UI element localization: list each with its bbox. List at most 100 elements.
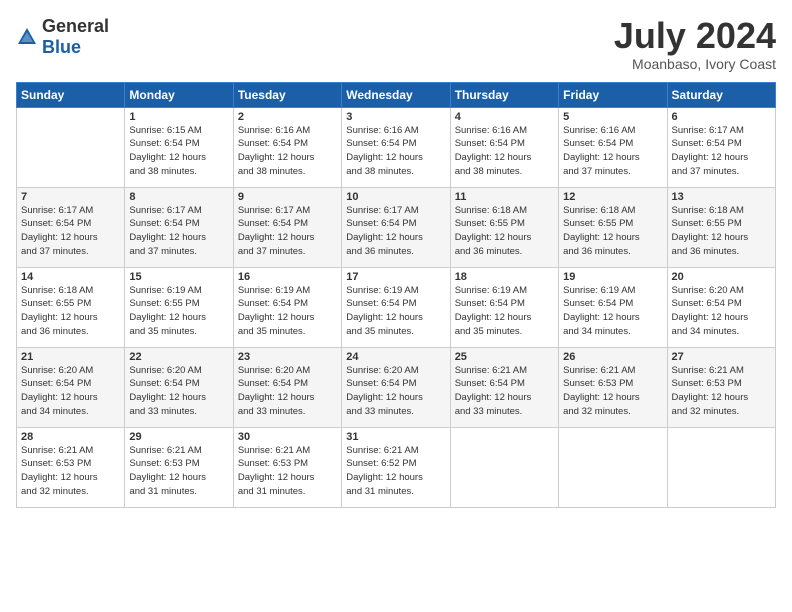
calendar-cell: 11Sunrise: 6:18 AMSunset: 6:55 PMDayligh… [450, 187, 558, 267]
calendar-cell: 5Sunrise: 6:16 AMSunset: 6:54 PMDaylight… [559, 107, 667, 187]
cell-info: Sunrise: 6:19 AMSunset: 6:54 PMDaylight:… [563, 284, 662, 339]
calendar-cell: 8Sunrise: 6:17 AMSunset: 6:54 PMDaylight… [125, 187, 233, 267]
calendar-cell [667, 427, 775, 507]
calendar-cell: 23Sunrise: 6:20 AMSunset: 6:54 PMDayligh… [233, 347, 341, 427]
day-number: 10 [346, 191, 445, 203]
cell-info: Sunrise: 6:21 AMSunset: 6:53 PMDaylight:… [238, 444, 337, 499]
day-number: 15 [129, 271, 228, 283]
title-section: July 2024 Moanbaso, Ivory Coast [614, 16, 776, 72]
cell-info: Sunrise: 6:17 AMSunset: 6:54 PMDaylight:… [129, 204, 228, 259]
weekday-header-saturday: Saturday [667, 82, 775, 107]
calendar-cell: 18Sunrise: 6:19 AMSunset: 6:54 PMDayligh… [450, 267, 558, 347]
calendar-cell: 22Sunrise: 6:20 AMSunset: 6:54 PMDayligh… [125, 347, 233, 427]
cell-info: Sunrise: 6:16 AMSunset: 6:54 PMDaylight:… [455, 124, 554, 179]
calendar-cell: 28Sunrise: 6:21 AMSunset: 6:53 PMDayligh… [17, 427, 125, 507]
calendar-table: SundayMondayTuesdayWednesdayThursdayFrid… [16, 82, 776, 508]
calendar-cell: 13Sunrise: 6:18 AMSunset: 6:55 PMDayligh… [667, 187, 775, 267]
logo-general: General [42, 16, 109, 36]
weekday-header-thursday: Thursday [450, 82, 558, 107]
calendar-cell: 30Sunrise: 6:21 AMSunset: 6:53 PMDayligh… [233, 427, 341, 507]
cell-info: Sunrise: 6:19 AMSunset: 6:54 PMDaylight:… [346, 284, 445, 339]
calendar-cell: 19Sunrise: 6:19 AMSunset: 6:54 PMDayligh… [559, 267, 667, 347]
weekday-header-monday: Monday [125, 82, 233, 107]
calendar-cell: 21Sunrise: 6:20 AMSunset: 6:54 PMDayligh… [17, 347, 125, 427]
weekday-header-tuesday: Tuesday [233, 82, 341, 107]
cell-info: Sunrise: 6:21 AMSunset: 6:54 PMDaylight:… [455, 364, 554, 419]
cell-info: Sunrise: 6:16 AMSunset: 6:54 PMDaylight:… [238, 124, 337, 179]
day-number: 16 [238, 271, 337, 283]
cell-info: Sunrise: 6:21 AMSunset: 6:53 PMDaylight:… [129, 444, 228, 499]
calendar-page: General Blue July 2024 Moanbaso, Ivory C… [0, 0, 792, 612]
day-number: 7 [21, 191, 120, 203]
cell-info: Sunrise: 6:18 AMSunset: 6:55 PMDaylight:… [455, 204, 554, 259]
day-number: 25 [455, 351, 554, 363]
cell-info: Sunrise: 6:18 AMSunset: 6:55 PMDaylight:… [672, 204, 771, 259]
cell-info: Sunrise: 6:16 AMSunset: 6:54 PMDaylight:… [563, 124, 662, 179]
day-number: 20 [672, 271, 771, 283]
cell-info: Sunrise: 6:17 AMSunset: 6:54 PMDaylight:… [21, 204, 120, 259]
cell-info: Sunrise: 6:20 AMSunset: 6:54 PMDaylight:… [129, 364, 228, 419]
logo: General Blue [16, 16, 109, 58]
calendar-cell: 6Sunrise: 6:17 AMSunset: 6:54 PMDaylight… [667, 107, 775, 187]
calendar-cell: 25Sunrise: 6:21 AMSunset: 6:54 PMDayligh… [450, 347, 558, 427]
cell-info: Sunrise: 6:18 AMSunset: 6:55 PMDaylight:… [21, 284, 120, 339]
calendar-cell: 31Sunrise: 6:21 AMSunset: 6:52 PMDayligh… [342, 427, 450, 507]
calendar-cell: 27Sunrise: 6:21 AMSunset: 6:53 PMDayligh… [667, 347, 775, 427]
day-number: 18 [455, 271, 554, 283]
day-number: 13 [672, 191, 771, 203]
calendar-cell: 16Sunrise: 6:19 AMSunset: 6:54 PMDayligh… [233, 267, 341, 347]
header: General Blue July 2024 Moanbaso, Ivory C… [16, 16, 776, 72]
month-title: July 2024 [614, 16, 776, 56]
cell-info: Sunrise: 6:20 AMSunset: 6:54 PMDaylight:… [21, 364, 120, 419]
logo-blue: Blue [42, 37, 81, 57]
calendar-cell: 10Sunrise: 6:17 AMSunset: 6:54 PMDayligh… [342, 187, 450, 267]
calendar-cell: 14Sunrise: 6:18 AMSunset: 6:55 PMDayligh… [17, 267, 125, 347]
day-number: 19 [563, 271, 662, 283]
day-number: 2 [238, 111, 337, 123]
cell-info: Sunrise: 6:21 AMSunset: 6:53 PMDaylight:… [563, 364, 662, 419]
weekday-header-friday: Friday [559, 82, 667, 107]
weekday-header-sunday: Sunday [17, 82, 125, 107]
day-number: 8 [129, 191, 228, 203]
cell-info: Sunrise: 6:17 AMSunset: 6:54 PMDaylight:… [346, 204, 445, 259]
day-number: 1 [129, 111, 228, 123]
day-number: 4 [455, 111, 554, 123]
cell-info: Sunrise: 6:17 AMSunset: 6:54 PMDaylight:… [238, 204, 337, 259]
day-number: 31 [346, 431, 445, 443]
day-number: 27 [672, 351, 771, 363]
day-number: 12 [563, 191, 662, 203]
day-number: 29 [129, 431, 228, 443]
cell-info: Sunrise: 6:17 AMSunset: 6:54 PMDaylight:… [672, 124, 771, 179]
day-number: 14 [21, 271, 120, 283]
cell-info: Sunrise: 6:15 AMSunset: 6:54 PMDaylight:… [129, 124, 228, 179]
day-number: 23 [238, 351, 337, 363]
calendar-cell: 4Sunrise: 6:16 AMSunset: 6:54 PMDaylight… [450, 107, 558, 187]
day-number: 9 [238, 191, 337, 203]
calendar-cell: 17Sunrise: 6:19 AMSunset: 6:54 PMDayligh… [342, 267, 450, 347]
day-number: 28 [21, 431, 120, 443]
day-number: 17 [346, 271, 445, 283]
cell-info: Sunrise: 6:21 AMSunset: 6:52 PMDaylight:… [346, 444, 445, 499]
day-number: 6 [672, 111, 771, 123]
calendar-cell: 24Sunrise: 6:20 AMSunset: 6:54 PMDayligh… [342, 347, 450, 427]
day-number: 24 [346, 351, 445, 363]
cell-info: Sunrise: 6:18 AMSunset: 6:55 PMDaylight:… [563, 204, 662, 259]
calendar-cell: 15Sunrise: 6:19 AMSunset: 6:55 PMDayligh… [125, 267, 233, 347]
cell-info: Sunrise: 6:21 AMSunset: 6:53 PMDaylight:… [672, 364, 771, 419]
calendar-cell [17, 107, 125, 187]
cell-info: Sunrise: 6:20 AMSunset: 6:54 PMDaylight:… [672, 284, 771, 339]
cell-info: Sunrise: 6:20 AMSunset: 6:54 PMDaylight:… [238, 364, 337, 419]
cell-info: Sunrise: 6:19 AMSunset: 6:54 PMDaylight:… [238, 284, 337, 339]
day-number: 22 [129, 351, 228, 363]
day-number: 3 [346, 111, 445, 123]
day-number: 11 [455, 191, 554, 203]
cell-info: Sunrise: 6:19 AMSunset: 6:54 PMDaylight:… [455, 284, 554, 339]
calendar-cell: 2Sunrise: 6:16 AMSunset: 6:54 PMDaylight… [233, 107, 341, 187]
cell-info: Sunrise: 6:20 AMSunset: 6:54 PMDaylight:… [346, 364, 445, 419]
calendar-cell: 7Sunrise: 6:17 AMSunset: 6:54 PMDaylight… [17, 187, 125, 267]
calendar-cell: 26Sunrise: 6:21 AMSunset: 6:53 PMDayligh… [559, 347, 667, 427]
calendar-cell: 9Sunrise: 6:17 AMSunset: 6:54 PMDaylight… [233, 187, 341, 267]
calendar-cell: 3Sunrise: 6:16 AMSunset: 6:54 PMDaylight… [342, 107, 450, 187]
day-number: 21 [21, 351, 120, 363]
calendar-cell: 12Sunrise: 6:18 AMSunset: 6:55 PMDayligh… [559, 187, 667, 267]
